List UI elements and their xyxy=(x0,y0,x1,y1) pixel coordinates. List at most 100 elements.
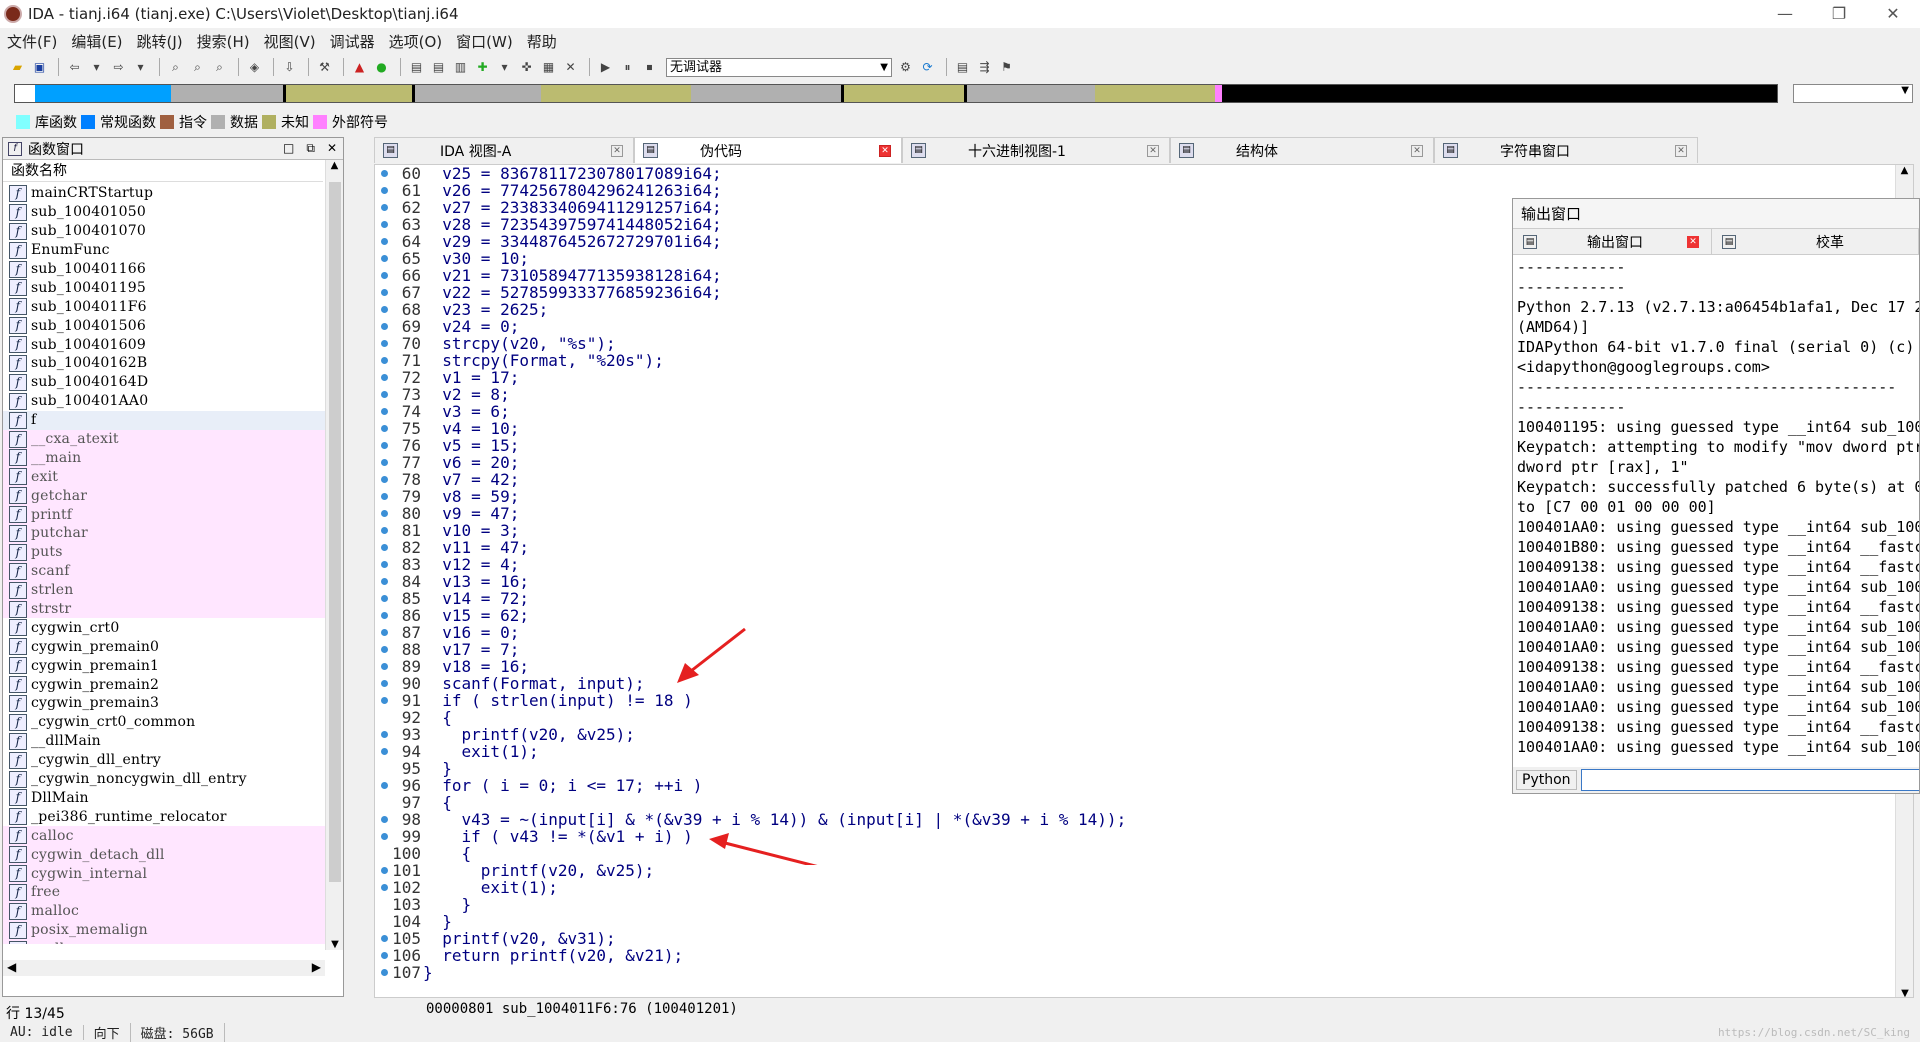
code-line[interactable]: 72 v1 = 17; xyxy=(381,369,1126,386)
dropdown-icon[interactable]: ▾ xyxy=(87,58,106,77)
function-list-item[interactable]: f sub_100401050 xyxy=(3,203,325,222)
code-line[interactable]: 82 v11 = 47; xyxy=(381,539,1126,556)
nav-band-select[interactable]: ▼ xyxy=(1793,84,1913,103)
tool-icon[interactable]: ⚒ xyxy=(315,58,334,77)
tab-view[interactable]: ▤ IDA 视图-A ✕ xyxy=(374,137,634,163)
step-icon[interactable]: ⇶ xyxy=(975,58,994,77)
run-icon[interactable]: ▶ xyxy=(596,58,615,77)
function-list-item[interactable]: f cygwin_detach_dll xyxy=(3,845,325,865)
function-list-item[interactable]: f exit xyxy=(3,467,325,487)
breakpoint-list-icon[interactable]: ▤ xyxy=(953,58,972,77)
code-line[interactable]: 60 v25 = 8367811723078017089i64; xyxy=(381,165,1126,182)
circle-green-icon[interactable]: ● xyxy=(372,58,391,77)
code-line[interactable]: 84 v13 = 16; xyxy=(381,573,1126,590)
code-line[interactable]: 76 v5 = 15; xyxy=(381,437,1126,454)
function-list-item[interactable]: f printf xyxy=(3,505,325,525)
function-list-item[interactable]: f strlen xyxy=(3,580,325,600)
search-next-icon[interactable]: ⌕ xyxy=(210,58,229,77)
code-line[interactable]: 88 v17 = 7; xyxy=(381,641,1126,658)
function-list-item[interactable]: f cygwin_premain2 xyxy=(3,675,325,694)
float-icon[interactable]: ⧉ xyxy=(306,141,315,156)
attach-icon[interactable]: ⟳ xyxy=(918,58,937,77)
code-line[interactable]: 64 v29 = 3344876452672729701i64; xyxy=(381,233,1126,250)
function-list-item[interactable]: f posix_memalign xyxy=(3,920,325,940)
language-selector[interactable]: Python xyxy=(1516,770,1577,790)
code-line[interactable]: 68 v23 = 2625; xyxy=(381,301,1126,318)
maximize-button[interactable]: ❐ xyxy=(1812,0,1866,28)
code-line[interactable]: 70 strcpy(v20, "%s"); xyxy=(381,335,1126,352)
dropdown-icon[interactable]: ▾ xyxy=(495,58,514,77)
function-list-item[interactable]: f __dllMain xyxy=(3,732,325,751)
patch-icon[interactable]: ✜ xyxy=(517,58,536,77)
code-line[interactable]: 87 v16 = 0; xyxy=(381,624,1126,641)
menu-item[interactable]: 帮助 xyxy=(520,31,564,52)
struct-icon[interactable]: ▤ xyxy=(407,58,426,77)
pseudocode-text[interactable]: 60 v25 = 8367811723078017089i64; 61 v26 =… xyxy=(375,165,1126,981)
minimize-button[interactable]: — xyxy=(1758,0,1812,28)
segment-icon[interactable]: ▥ xyxy=(451,58,470,77)
function-list-item[interactable]: f realloc xyxy=(3,939,325,944)
code-line[interactable]: 73 v2 = 8; xyxy=(381,386,1126,403)
enum-icon[interactable]: ▤ xyxy=(429,58,448,77)
debugger-select[interactable]: 无调试器 ▼ xyxy=(666,57,892,77)
function-list-scrollbar[interactable]: ▲ ▼ xyxy=(325,160,343,950)
function-list-item[interactable]: f __main xyxy=(3,448,325,468)
code-line[interactable]: 80 v9 = 47; xyxy=(381,505,1126,522)
scroll-thumb[interactable] xyxy=(329,182,341,882)
function-list-item[interactable]: f _cygwin_dll_entry xyxy=(3,751,325,770)
code-line[interactable]: 78 v7 = 42; xyxy=(381,471,1126,488)
close-icon[interactable]: ✕ xyxy=(327,141,337,156)
function-list-item[interactable]: f malloc xyxy=(3,901,325,921)
dropdown-icon[interactable]: ▾ xyxy=(131,58,150,77)
scroll-up-icon[interactable]: ▲ xyxy=(1896,165,1913,176)
function-list-item[interactable]: f sub_1004011F6 xyxy=(3,297,325,316)
tab-checklist[interactable]: ▤ 校革 xyxy=(1712,229,1919,254)
function-list-item[interactable]: f cygwin_internal xyxy=(3,864,325,883)
code-line[interactable]: 77 v6 = 20; xyxy=(381,454,1126,471)
code-line[interactable]: 103 } xyxy=(381,896,1126,913)
scroll-down-icon[interactable]: ▼ xyxy=(1896,988,1913,997)
mark-icon[interactable]: ◈ xyxy=(245,58,264,77)
close-icon[interactable]: ✕ xyxy=(1411,144,1423,157)
code-line[interactable]: 61 v26 = 7742567804296241263i64; xyxy=(381,182,1126,199)
menu-item[interactable]: 选项(O) xyxy=(382,31,450,52)
code-line[interactable]: 95 } xyxy=(381,760,1126,777)
code-line[interactable]: 102 exit(1); xyxy=(381,879,1126,896)
function-list-item[interactable]: f sub_100401609 xyxy=(3,335,325,354)
binary-search-icon[interactable]: ⌕ xyxy=(188,58,207,77)
function-list-item[interactable]: f putchar xyxy=(3,524,325,543)
function-list-item[interactable]: f sub_100401070 xyxy=(3,222,325,241)
delete-icon[interactable]: ✕ xyxy=(561,58,580,77)
code-line[interactable]: 65 v30 = 10; xyxy=(381,250,1126,267)
open-file-icon[interactable]: ▰ xyxy=(8,58,27,77)
code-line[interactable]: 81 v10 = 3; xyxy=(381,522,1126,539)
text-search-icon[interactable]: ⌕ xyxy=(166,58,185,77)
menu-item[interactable]: 视图(V) xyxy=(257,31,323,52)
code-line[interactable]: 106 return printf(v20, &v21); xyxy=(381,947,1126,964)
function-list-item[interactable]: f mainCRTStartup xyxy=(3,184,325,203)
pause-icon[interactable]: ⏸ xyxy=(618,58,637,77)
tab-view[interactable]: ▤ 伪代码 ✕ xyxy=(634,137,902,163)
scroll-right-icon[interactable]: ▶ xyxy=(312,960,321,974)
code-line[interactable]: 101 printf(v20, &v25); xyxy=(381,862,1126,879)
menu-item[interactable]: 搜索(H) xyxy=(190,31,257,52)
function-list-item[interactable]: f strstr xyxy=(3,599,325,619)
function-list-item[interactable]: f getchar xyxy=(3,486,325,506)
code-line[interactable]: 107} xyxy=(381,964,1126,981)
function-list-item[interactable]: f _pei386_runtime_relocator xyxy=(3,807,325,826)
code-line[interactable]: 90 scanf(Format, input); xyxy=(381,675,1126,692)
menu-item[interactable]: 调试器 xyxy=(323,31,382,52)
code-line[interactable]: 91 if ( strlen(input) != 18 ) xyxy=(381,692,1126,709)
code-line[interactable]: 98 v43 = ~(input[i] & *(&v39 + i % 14)) … xyxy=(381,811,1126,828)
function-list-item[interactable]: f cygwin_premain3 xyxy=(3,694,325,713)
function-list-item[interactable]: f _cygwin_crt0_common xyxy=(3,713,325,732)
close-icon[interactable]: ✕ xyxy=(1147,144,1159,157)
function-list-item[interactable]: f cygwin_premain1 xyxy=(3,656,325,675)
tab-view[interactable]: ▤ 字符串窗口 ✕ xyxy=(1434,137,1698,163)
tab-output[interactable]: ▤ 输出窗口 ✕ xyxy=(1513,229,1713,254)
function-list-item[interactable]: f __cxa_atexit xyxy=(3,429,325,449)
debug-options-icon[interactable]: ⚙ xyxy=(896,58,915,77)
function-list-item[interactable]: f cygwin_premain0 xyxy=(3,637,325,656)
function-list-item[interactable]: f cygwin_crt0 xyxy=(3,618,325,637)
function-list-item[interactable]: ff xyxy=(3,410,325,430)
